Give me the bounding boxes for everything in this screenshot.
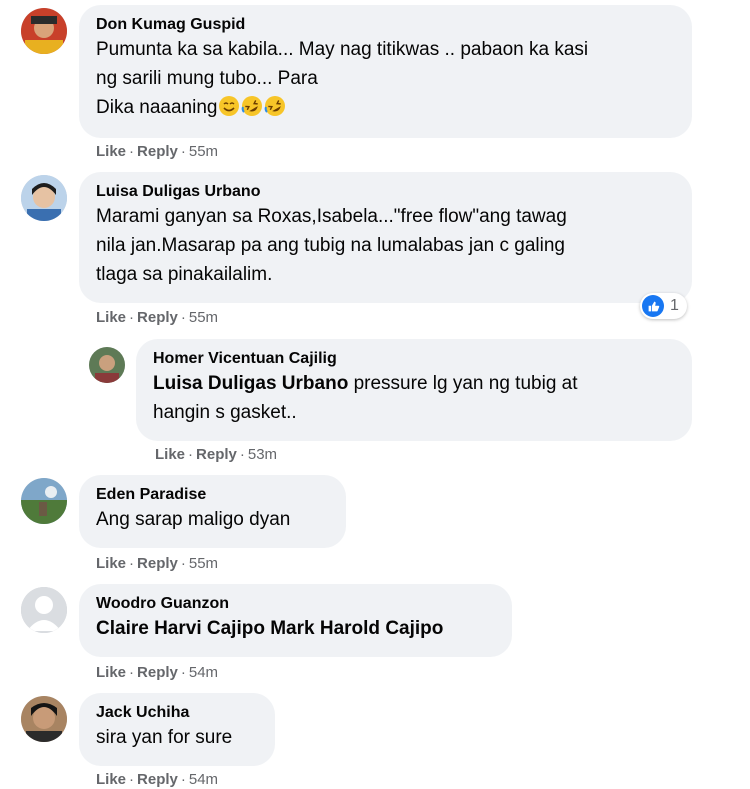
comment-body: Ang sarap maligo dyan (96, 509, 291, 530)
comment-author[interactable]: Luisa Duligas Urbano (96, 182, 674, 202)
reply-button[interactable]: Reply (137, 664, 178, 681)
comment-body: sira yan for sure (96, 727, 233, 748)
thumbs-up-icon (642, 295, 664, 317)
timestamp[interactable]: 54m (189, 664, 218, 681)
like-button[interactable]: Like (96, 771, 126, 788)
comment-bubble: Eden Paradise Ang sarap maligo dyan (79, 475, 346, 548)
comment-bubble: Don Kumag Guspid Pumunta ka sa kabila...… (79, 5, 692, 138)
reply-button[interactable]: Reply (137, 143, 178, 160)
comment-bubble: Luisa Duligas Urbano Marami ganyan sa Ro… (79, 172, 692, 303)
comment-actions: Like · Reply · 54m (96, 771, 219, 788)
comment-actions: Like · Reply · 55m (96, 143, 219, 160)
timestamp[interactable]: 55m (189, 309, 218, 326)
comment-actions: Like · Reply · 55m (96, 555, 219, 572)
comment-bubble: Jack Uchiha sira yan for sure (79, 693, 275, 766)
comment-actions: Like · Reply · 55m (96, 309, 219, 326)
avatar[interactable] (21, 478, 67, 524)
avatar[interactable] (21, 696, 67, 742)
comment-text: Pumunta ka sa kabila... May nag titikwas… (96, 35, 674, 122)
rolling-laughing-icon (241, 95, 263, 117)
comment-actions: Like · Reply · 54m (96, 664, 219, 681)
comment-text: Luisa Duligas Urbano pressure lg yan ng … (153, 369, 674, 427)
timestamp[interactable]: 55m (189, 143, 218, 160)
comment-author[interactable]: Homer Vicentuan Cajilig (153, 349, 674, 369)
reply-button[interactable]: Reply (137, 771, 178, 788)
mention-link[interactable]: Claire Harvi Cajipo Mark Harold Cajipo (96, 618, 443, 639)
avatar[interactable] (89, 347, 125, 383)
comment-body: Pumunta ka sa kabila... May nag titikwas… (96, 39, 589, 118)
timestamp[interactable]: 54m (189, 771, 218, 788)
comment-bubble: Woodro Guanzon Claire Harvi Cajipo Mark … (79, 584, 512, 657)
mention-link[interactable]: Luisa Duligas Urbano (153, 373, 348, 394)
like-button[interactable]: Like (155, 446, 185, 463)
reply-button[interactable]: Reply (137, 555, 178, 572)
comment-actions: Like · Reply · 53m (155, 446, 278, 463)
reaction-count: 1 (670, 297, 679, 314)
comment-bubble: Homer Vicentuan Cajilig Luisa Duligas Ur… (136, 339, 692, 441)
reaction-summary[interactable]: 1 (640, 293, 687, 319)
like-button[interactable]: Like (96, 309, 126, 326)
avatar[interactable] (21, 175, 67, 221)
like-button[interactable]: Like (96, 555, 126, 572)
comment-author[interactable]: Don Kumag Guspid (96, 15, 674, 35)
avatar[interactable] (21, 587, 67, 633)
like-button[interactable]: Like (96, 143, 126, 160)
timestamp[interactable]: 55m (189, 555, 218, 572)
avatar[interactable] (21, 8, 67, 54)
comment-text: Claire Harvi Cajipo Mark Harold Cajipo (96, 614, 494, 643)
like-button[interactable]: Like (96, 664, 126, 681)
reply-button[interactable]: Reply (137, 309, 178, 326)
comment-body: Marami ganyan sa Roxas,Isabela..."free f… (96, 206, 567, 285)
comment-author[interactable]: Woodro Guanzon (96, 594, 494, 614)
rolling-laughing-icon (264, 95, 286, 117)
timestamp[interactable]: 53m (248, 446, 277, 463)
smiling-face-icon (218, 95, 240, 117)
comment-author[interactable]: Eden Paradise (96, 485, 328, 505)
reply-button[interactable]: Reply (196, 446, 237, 463)
comment-author[interactable]: Jack Uchiha (96, 703, 257, 723)
